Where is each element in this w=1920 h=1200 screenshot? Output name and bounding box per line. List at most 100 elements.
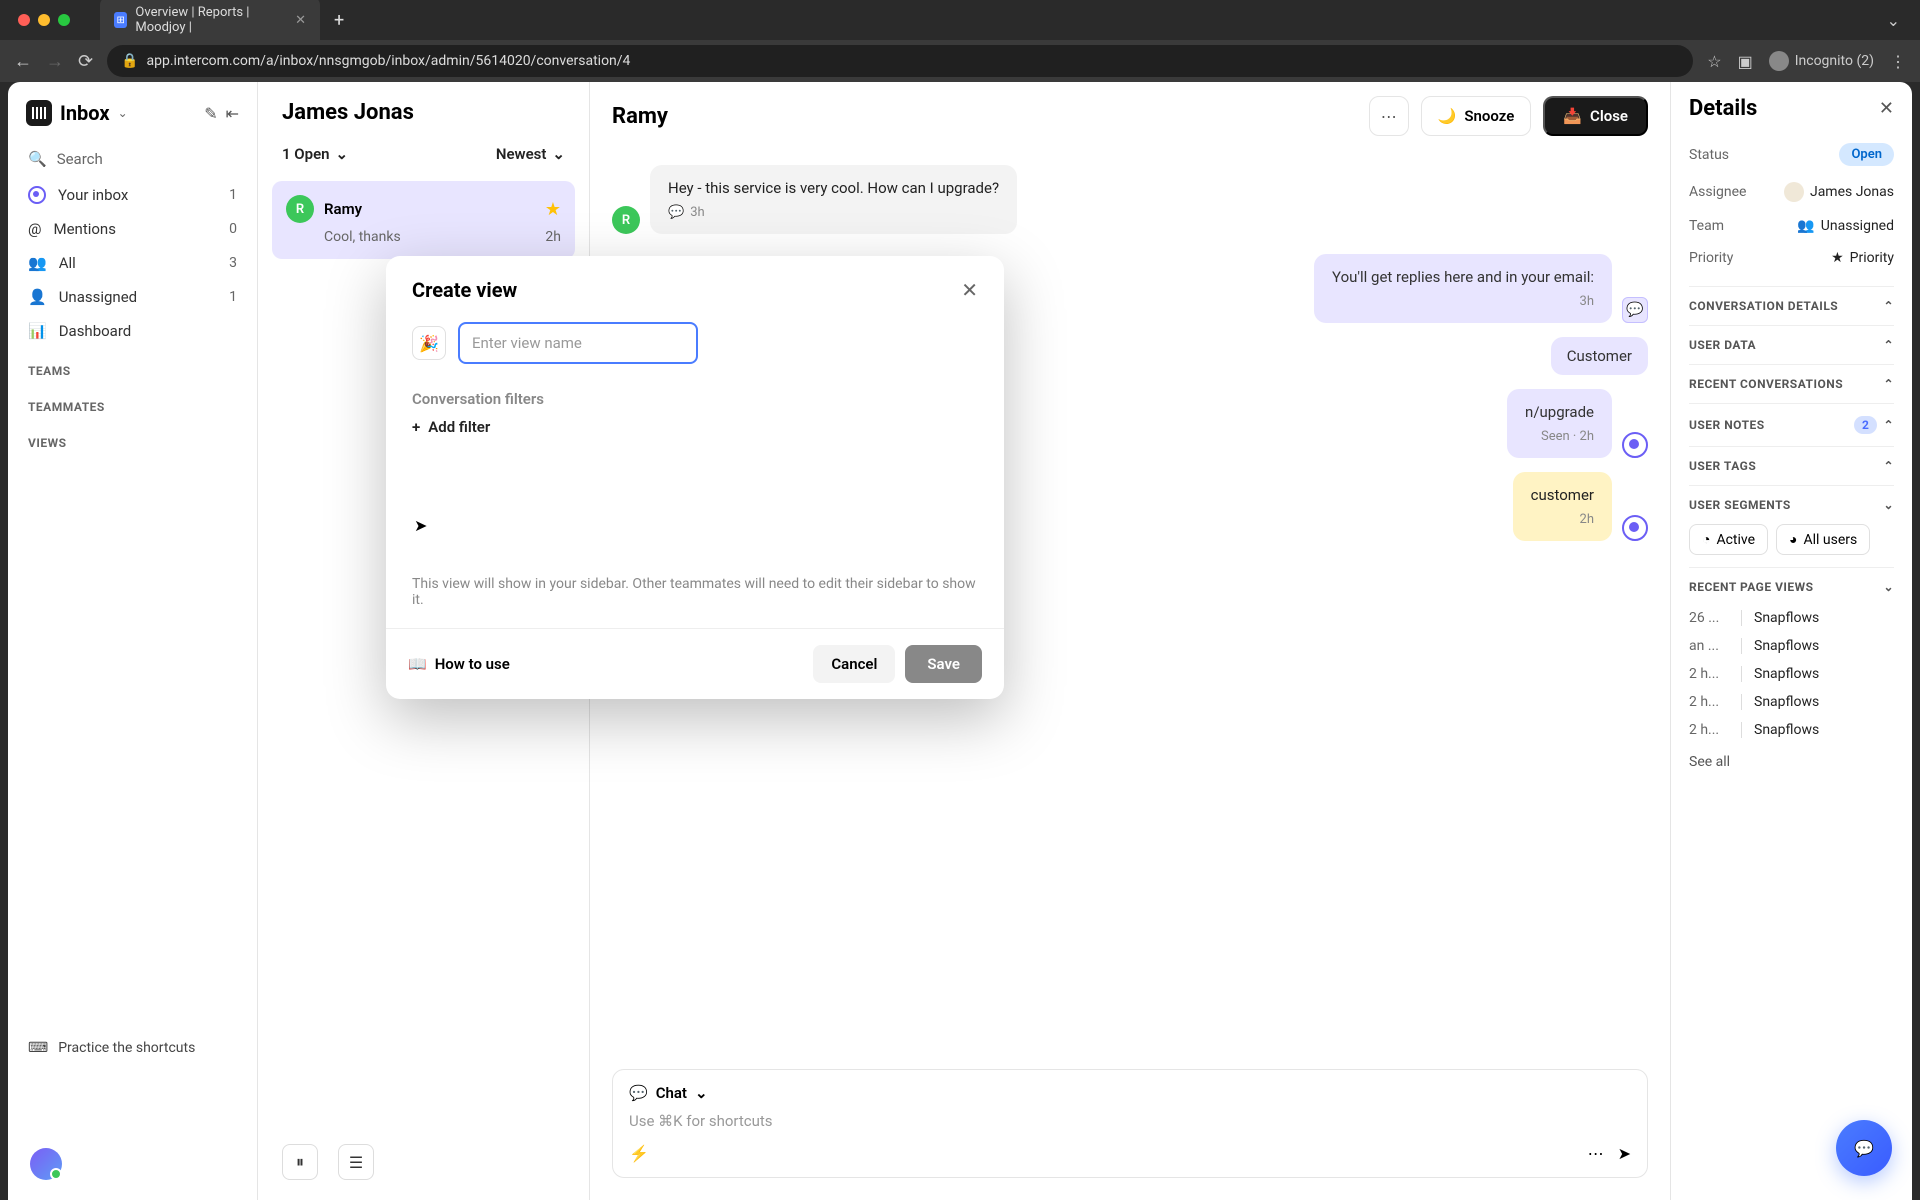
url-text: app.intercom.com/a/inbox/nnsgmgob/inbox/… <box>147 53 631 69</box>
plus-icon: + <box>412 418 420 436</box>
incoming-message: Hey - this service is very cool. How can… <box>650 165 1017 234</box>
user-segments-section[interactable]: USER SEGMENTS ⌄ <box>1689 498 1894 512</box>
save-button[interactable]: Save <box>905 645 982 683</box>
search-input[interactable]: 🔍 Search <box>18 140 247 178</box>
incognito-badge[interactable]: Incognito (2) <box>1769 51 1874 71</box>
sidebar-item-all[interactable]: 👥 All 3 <box>18 246 247 280</box>
sort-filter[interactable]: Newest ⌄ <box>496 145 565 163</box>
sidebar-item-mentions[interactable]: @ Mentions 0 <box>18 212 247 246</box>
more-button[interactable]: ⋯ <box>1369 96 1409 136</box>
assignee-value[interactable]: James Jonas <box>1784 182 1894 202</box>
conversation-item[interactable]: R Ramy ★ Cool, thanks 2h <box>272 181 575 259</box>
incognito-icon <box>1769 51 1789 71</box>
compose-icon[interactable]: ✎ <box>204 104 217 123</box>
list-view-button[interactable]: ☰ <box>338 1144 374 1180</box>
contact-name: Ramy <box>324 200 362 218</box>
page-view-row: an ...Snapflows <box>1689 632 1894 660</box>
segment-active[interactable]: ◔Active <box>1689 524 1768 555</box>
status-label: Status <box>1689 147 1729 163</box>
keyboard-icon: ⌨ <box>28 1040 48 1056</box>
user-notes-section[interactable]: USER NOTES 2 ⌃ <box>1689 416 1894 434</box>
composer-input[interactable]: Use ⌘K for shortcuts <box>629 1112 1631 1130</box>
inbox-title[interactable]: Inbox <box>60 101 110 125</box>
close-icon[interactable]: ✕ <box>1879 98 1894 119</box>
chevron-down-icon[interactable]: ⌄ <box>695 1084 708 1102</box>
avatar: R <box>286 195 314 223</box>
page-view-row: 2 h...Snapflows <box>1689 688 1894 716</box>
window-minimize[interactable] <box>38 14 50 26</box>
agent-avatar <box>1622 432 1648 458</box>
reload-button[interactable]: ⟳ <box>78 51 93 72</box>
intercom-launcher[interactable]: 💬 <box>1836 1120 1892 1176</box>
emoji-picker[interactable]: 🎉 <box>412 326 446 360</box>
recent-page-views-section[interactable]: RECENT PAGE VIEWS ⌄ <box>1689 580 1894 594</box>
browser-tab[interactable]: ⊞ Overview | Reports | Moodjoy | ✕ <box>100 0 320 43</box>
chevron-down-icon: ⌄ <box>336 145 349 163</box>
close-icon[interactable]: ✕ <box>961 278 978 302</box>
how-to-link[interactable]: 📖 How to use <box>408 655 510 673</box>
sidebar-item-dashboard[interactable]: 📊 Dashboard <box>18 314 247 348</box>
recent-conversations-section[interactable]: RECENT CONVERSATIONS ⌃ <box>1689 377 1894 391</box>
list-title: James Jonas <box>282 100 565 125</box>
details-title: Details <box>1689 96 1757 121</box>
bot-icon: 💬 <box>1622 297 1648 323</box>
sidebar-item-unassigned[interactable]: 👤 Unassigned 1 <box>18 280 247 314</box>
priority-value[interactable]: ★Priority <box>1831 250 1894 266</box>
avatar: R <box>612 206 640 234</box>
star-icon[interactable]: ★ <box>545 199 561 220</box>
sidebar-item-your-inbox[interactable]: Your inbox 1 <box>18 178 247 212</box>
page-view-row: 2 h...Snapflows <box>1689 660 1894 688</box>
chevron-up-icon: ⌃ <box>1883 459 1894 473</box>
chat-icon: 💬 <box>668 205 684 220</box>
views-section-label: VIEWS <box>18 420 247 456</box>
extensions-icon[interactable]: ▣ <box>1738 52 1753 71</box>
shortcuts-link[interactable]: ⌨ Practice the shortcuts <box>18 1030 247 1066</box>
pause-button[interactable]: ⏸ <box>282 1144 318 1180</box>
lock-icon: 🔒 <box>121 53 138 69</box>
add-filter-button[interactable]: + Add filter <box>412 418 978 436</box>
tab-close-icon[interactable]: ✕ <box>295 13 306 28</box>
send-icon[interactable]: ➤ <box>1618 1144 1631 1163</box>
filters-label: Conversation filters <box>412 390 978 408</box>
app-logo[interactable] <box>26 100 52 126</box>
modal-title: Create view <box>412 278 517 302</box>
more-icon[interactable]: ⋯ <box>1588 1144 1604 1163</box>
user-tags-section[interactable]: USER TAGS ⌃ <box>1689 459 1894 473</box>
forward-button[interactable]: → <box>46 51 64 72</box>
collapse-icon[interactable]: ⇤ <box>226 104 239 123</box>
snooze-button[interactable]: 🌙 Snooze <box>1421 96 1532 136</box>
presence-icon[interactable] <box>30 1148 62 1180</box>
window-close[interactable] <box>18 14 30 26</box>
chevron-down-icon[interactable]: ⌄ <box>118 106 128 120</box>
cursor: ➤ <box>414 516 427 535</box>
page-view-row: 2 h...Snapflows <box>1689 716 1894 744</box>
new-tab-button[interactable]: + <box>334 10 344 31</box>
window-maximize[interactable] <box>58 14 70 26</box>
lightning-icon[interactable]: ⚡ <box>629 1144 649 1163</box>
back-button[interactable]: ← <box>14 51 32 72</box>
close-button[interactable]: 📥 Close <box>1543 96 1648 136</box>
menu-icon[interactable]: ⋮ <box>1890 52 1906 71</box>
chat-icon: 💬 <box>1854 1139 1874 1158</box>
view-name-input[interactable] <box>458 322 698 364</box>
open-filter[interactable]: 1 Open ⌄ <box>282 145 348 163</box>
star-icon[interactable]: ☆ <box>1707 52 1721 71</box>
url-field[interactable]: 🔒 app.intercom.com/a/inbox/nnsgmgob/inbo… <box>107 45 1693 77</box>
cancel-button[interactable]: Cancel <box>813 645 895 683</box>
tabs-dropdown-icon[interactable]: ⌄ <box>1887 11 1900 30</box>
sidebar: Inbox ⌄ ✎ ⇤ 🔍 Search Your inbox 1 @ Ment… <box>8 82 258 1200</box>
outgoing-message: Customer <box>1551 337 1648 375</box>
conversation-details-section[interactable]: CONVERSATION DETAILS ⌃ <box>1689 299 1894 313</box>
see-all-link[interactable]: See all <box>1689 744 1894 780</box>
assignee-label: Assignee <box>1689 184 1746 200</box>
composer[interactable]: 💬 Chat ⌄ Use ⌘K for shortcuts ⚡ ⋯ ➤ <box>612 1069 1648 1178</box>
status-value[interactable]: Open <box>1839 143 1894 166</box>
segment-all-users[interactable]: ◕All users <box>1776 524 1870 555</box>
inbox-icon <box>28 186 46 204</box>
user-data-section[interactable]: USER DATA ⌃ <box>1689 338 1894 352</box>
chevron-up-icon: ⌃ <box>1883 418 1894 432</box>
team-value[interactable]: 👥Unassigned <box>1797 218 1894 234</box>
pie-icon: ◔ <box>1702 531 1710 548</box>
teams-section-label: TEAMS <box>18 348 247 384</box>
chevron-up-icon: ⌃ <box>1883 299 1894 313</box>
